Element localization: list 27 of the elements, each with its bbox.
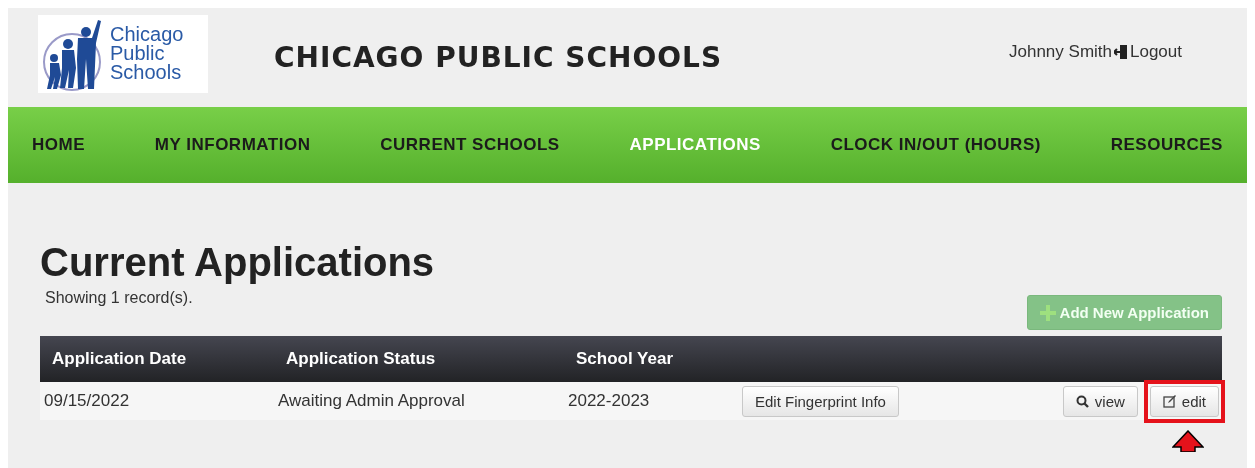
record-count: Showing 1 record(s). [45, 289, 193, 307]
table-cell-text: Awaiting Admin Approval [277, 391, 466, 411]
view-button[interactable]: view [1062, 385, 1138, 417]
table-cell-text: 09/15/2022 [43, 391, 131, 411]
table-cell-text: 2022-2023 [567, 391, 651, 411]
plus-icon [1039, 304, 1056, 321]
arrow-icon [1171, 429, 1204, 452]
nav-tab[interactable]: RESOURCES [1110, 135, 1223, 155]
site-title: CHICAGO PUBLIC SCHOOLS [274, 41, 724, 74]
edit-fingerprint-button[interactable]: Edit Fingerprint Info [742, 385, 899, 417]
logo-text: Chicago [110, 25, 184, 44]
search-icon [1075, 394, 1089, 408]
logo-text: Public [110, 44, 165, 63]
nav-tab[interactable]: HOME [32, 135, 85, 155]
nav-tab[interactable]: CLOCK IN/OUT (HOURS) [830, 135, 1041, 155]
column-header: Application Status [285, 349, 437, 369]
user-name: Johnny Smith [1009, 41, 1112, 62]
edit-button[interactable]: edit [1149, 385, 1219, 417]
door-icon [1114, 43, 1128, 60]
logout-link[interactable]: Logout [1130, 41, 1182, 62]
nav-tab[interactable]: MY INFORMATION [154, 135, 311, 155]
page-title: Current Applications [40, 239, 436, 286]
nav-tab[interactable]: CURRENT SCHOOLS [380, 135, 560, 155]
column-header: Application Date [51, 349, 188, 369]
logo-text: Schools [110, 63, 183, 82]
column-header: School Year [575, 349, 674, 369]
edit-icon [1162, 394, 1176, 408]
